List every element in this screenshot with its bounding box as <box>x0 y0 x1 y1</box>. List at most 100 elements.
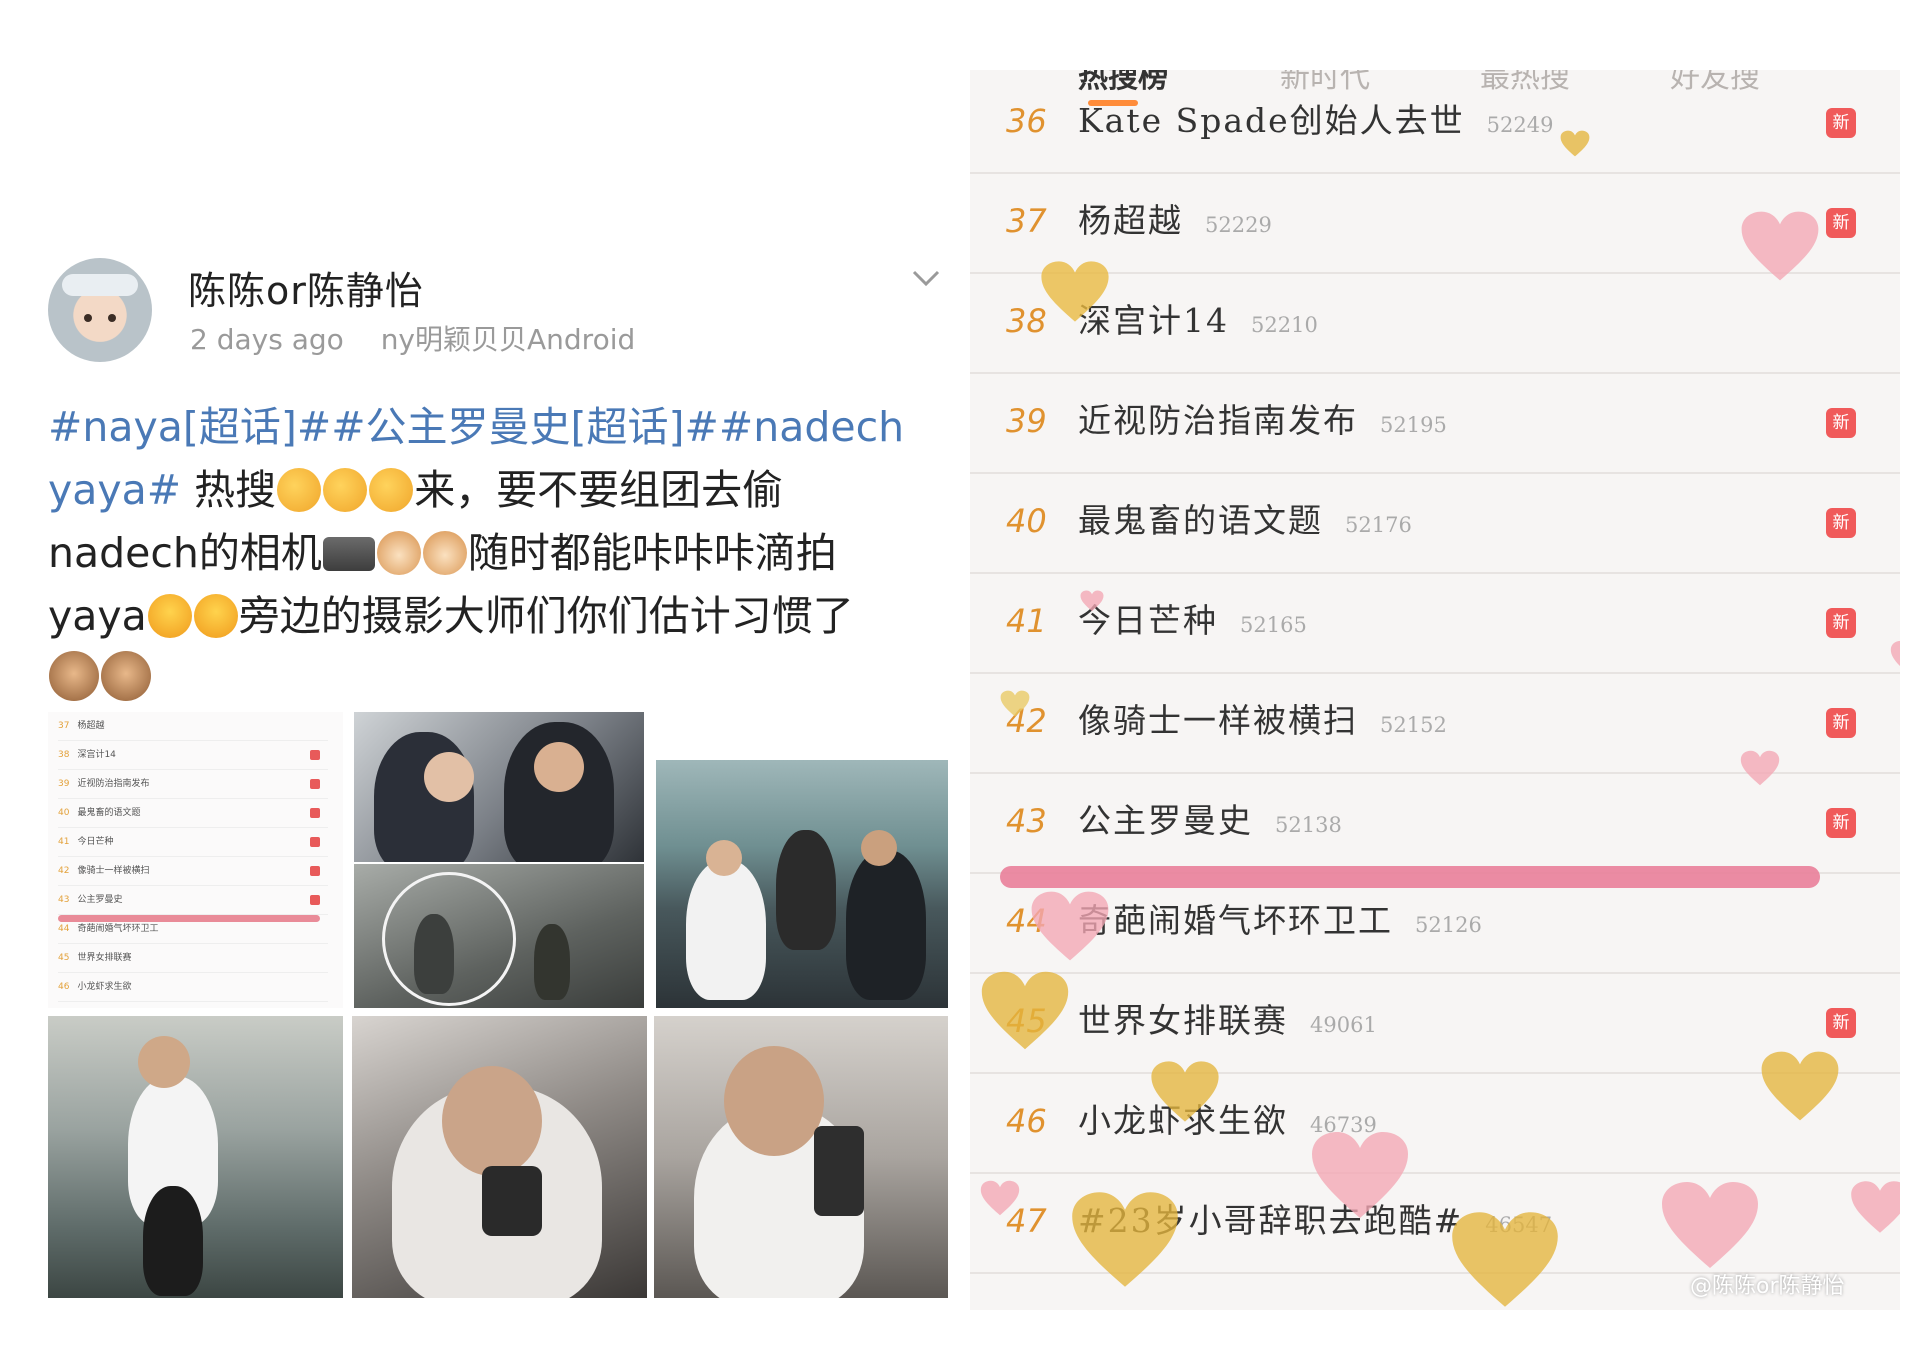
rank-number: 43 <box>1006 802 1047 840</box>
hot-search-title-text: 杨超越 <box>1078 201 1183 240</box>
hot-search-title[interactable]: 深宫计14 52210 <box>1078 294 1318 342</box>
new-badge: 新 <box>1826 508 1856 538</box>
photo-hot-list-thumbnail[interactable]: 37 杨超越 38 深宫计14 39 近视防治指南发布 40 最鬼畜的语文题 41 今日芒种 42 像… <box>48 712 343 1008</box>
post-text: #naya[超话]##公主罗曼史[超话]##nadech yaya# 热搜 来，要… <box>48 396 918 711</box>
thumbnail-rank: 42 <box>58 866 70 876</box>
hot-search-title[interactable]: Kate Spade创始人去世 52249 <box>1078 94 1553 142</box>
thumbnail-rank: 45 <box>58 953 70 963</box>
rank-number: 46 <box>1006 1102 1047 1140</box>
cat-emoji-icon <box>376 531 421 575</box>
new-badge: 新 <box>1826 608 1856 638</box>
heart-sticker-icon <box>1041 261 1109 322</box>
hashtag-nadech-yaya[interactable]: #nadech <box>719 403 904 451</box>
thumbnail-title: 公主罗曼史 <box>77 895 123 905</box>
post-text-segment: yaya <box>48 592 147 640</box>
photo-actress-aiming[interactable] <box>352 1016 647 1298</box>
thumbnail-new-badge <box>310 895 320 905</box>
hot-search-row[interactable]: 40 最鬼畜的语文题 52176 新 <box>970 472 1900 574</box>
rank-number: 39 <box>1006 402 1047 440</box>
chevron-down-icon[interactable] <box>910 264 942 292</box>
new-badge: 新 <box>1826 108 1856 138</box>
thumbnail-rank: 44 <box>58 924 70 934</box>
rank-number: 36 <box>1006 102 1047 140</box>
heart-sticker-icon <box>1890 640 1900 666</box>
heart-sticker-icon <box>1761 1051 1839 1121</box>
heart-sticker-icon <box>1151 1061 1219 1122</box>
hot-search-title-text: Kate Spade创始人去世 <box>1078 101 1465 140</box>
thumbnail-list-row: 41 今日芒种 <box>58 828 328 857</box>
hot-search-row[interactable]: 39 近视防治指南发布 52195 新 <box>970 372 1900 474</box>
username[interactable]: 陈陈or陈静怡 <box>188 260 424 315</box>
thumbnail-title: 最鬼畜的语文题 <box>77 808 141 818</box>
post-text-segment: 热搜 <box>181 466 277 514</box>
photo-stairwell[interactable] <box>354 864 644 1008</box>
hot-search-title[interactable]: 世界女排联赛 49061 <box>1078 994 1377 1042</box>
hot-search-title[interactable]: 像骑士一样被横扫 52152 <box>1078 694 1447 742</box>
laugh-emoji-icon <box>193 594 238 638</box>
search-count: 52126 <box>1415 913 1482 937</box>
hot-search-title-text: 像骑士一样被横扫 <box>1078 701 1358 740</box>
hot-search-title-text: 近视防治指南发布 <box>1078 401 1358 440</box>
thumbnail-rank: 38 <box>58 750 70 760</box>
photo-actress-holding-gun[interactable] <box>654 1016 948 1298</box>
hashtag-naya[interactable]: #naya[超话]# <box>48 403 331 451</box>
hashtag-princess-romance[interactable]: #公主罗曼史[超话]# <box>331 403 719 451</box>
hot-search-title[interactable]: 公主罗曼史 52138 <box>1078 794 1342 842</box>
thumbnail-title: 世界女排联赛 <box>77 953 132 963</box>
hot-search-title[interactable]: 最鬼畜的语文题 52176 <box>1078 494 1412 542</box>
new-badge: 新 <box>1826 408 1856 438</box>
hot-search-title[interactable]: 杨超越 52229 <box>1078 194 1272 242</box>
hashtag-nadech-yaya-end[interactable]: yaya# <box>48 466 181 514</box>
thumbnail-list-row: 43 公主罗曼史 <box>58 886 328 915</box>
thumbnail-title: 今日芒种 <box>77 837 114 847</box>
heart-sticker-icon <box>981 971 1069 1050</box>
clap-emoji-icon <box>323 468 368 512</box>
search-count: 52165 <box>1240 613 1307 637</box>
thumbnail-list-row: 45 世界女排联赛 <box>58 944 328 973</box>
search-count: 52152 <box>1380 713 1447 737</box>
search-count: 52138 <box>1275 813 1342 837</box>
photo-couple-embrace[interactable] <box>354 712 644 862</box>
rank-number: 41 <box>1006 602 1047 640</box>
hot-search-row[interactable]: 43 公主罗曼史 52138 新 <box>970 772 1900 874</box>
hot-search-title-text: 公主罗曼史 <box>1078 801 1253 840</box>
post-time: 2 days ago <box>190 323 344 356</box>
thumbnail-rank: 37 <box>58 721 70 731</box>
photo-grid: 37 杨超越 38 深宫计14 39 近视防治指南发布 40 最鬼畜的语文题 41 今日芒种 42 像… <box>48 712 948 1298</box>
hot-search-title[interactable]: 奇葩闹婚气坏环卫工 52126 <box>1078 894 1482 942</box>
clap-emoji-icon <box>369 468 414 512</box>
hot-search-title[interactable]: 近视防治指南发布 52195 <box>1078 394 1447 442</box>
heart-sticker-icon <box>1560 130 1590 157</box>
hot-search-title[interactable]: 今日芒种 52165 <box>1078 594 1307 642</box>
see-no-evil-monkey-emoji-icon <box>101 651 151 701</box>
search-count: 49061 <box>1310 1013 1377 1037</box>
photo-actress-running[interactable] <box>48 1016 343 1298</box>
post-meta: 2 days ago ny明颖贝贝Android <box>190 318 635 358</box>
thumbnail-title: 杨超越 <box>77 721 105 731</box>
heart-sticker-icon <box>1080 590 1104 612</box>
avatar[interactable] <box>48 258 152 362</box>
thumbnail-list-row: 40 最鬼畜的语文题 <box>58 799 328 828</box>
thumbnail-title: 小龙虾求生欲 <box>77 982 132 992</box>
heart-sticker-icon <box>1000 690 1030 717</box>
post-text-segment: 旁边的摄影大师们你们估计习惯了 <box>238 592 854 640</box>
heart-sticker-icon <box>1452 1212 1558 1307</box>
search-count: 52229 <box>1205 213 1272 237</box>
thumbnail-rank: 43 <box>58 895 70 905</box>
thumbnail-new-badge <box>310 866 320 876</box>
photo-rooftop-group[interactable] <box>656 760 948 1008</box>
thumbnail-list-row: 39 近视防治指南发布 <box>58 770 328 799</box>
clap-emoji-icon <box>277 468 322 512</box>
post-text-segment: nadech的相机 <box>48 529 322 577</box>
heart-sticker-icon <box>1851 1181 1900 1233</box>
hot-search-row[interactable]: 36 Kate Spade创始人去世 52249 新 <box>970 72 1900 174</box>
thumbnail-list-row: 38 深宫计14 <box>58 741 328 770</box>
heart-sticker-icon <box>1741 211 1819 281</box>
hot-search-row[interactable]: 41 今日芒种 52165 新 <box>970 572 1900 674</box>
highlight-underline <box>1000 866 1820 888</box>
heart-sticker-icon <box>980 1180 1020 1216</box>
heart-sticker-icon <box>1740 750 1780 786</box>
thumbnail-list-row: 46 小龙虾求生欲 <box>58 973 328 1002</box>
heart-sticker-icon <box>1031 891 1109 961</box>
new-badge: 新 <box>1826 708 1856 738</box>
